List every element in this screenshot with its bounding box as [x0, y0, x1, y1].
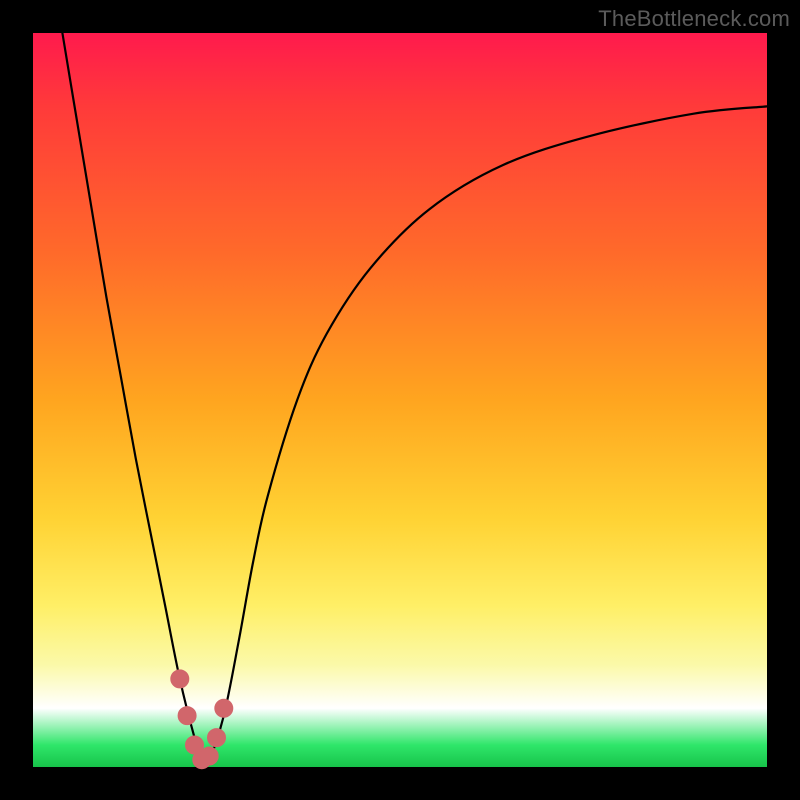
chart-stage: TheBottleneck.com — [0, 0, 800, 800]
marker-dot — [171, 670, 189, 688]
marker-dot — [200, 747, 218, 765]
bottleneck-curve — [62, 33, 767, 764]
marker-dot — [178, 707, 196, 725]
plot-area — [33, 33, 767, 767]
watermark-label: TheBottleneck.com — [598, 6, 790, 32]
marker-dot — [208, 729, 226, 747]
marker-dot — [215, 699, 233, 717]
curve-layer — [33, 33, 767, 767]
